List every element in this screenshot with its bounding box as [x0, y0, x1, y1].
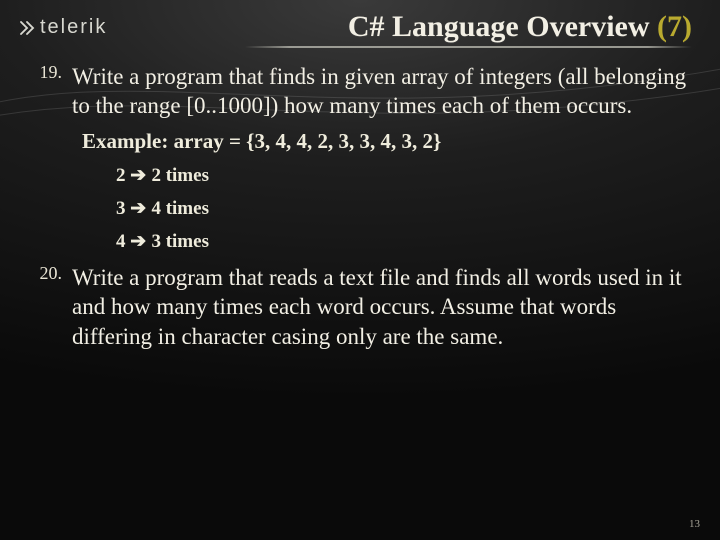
- list-item: 19. Write a program that finds in given …: [30, 62, 692, 121]
- example-result-line: 4 ➔ 3 times: [116, 230, 692, 253]
- item-number: 19.: [30, 62, 72, 121]
- item-number: 20.: [30, 263, 72, 351]
- result-right: 3 times: [151, 231, 209, 252]
- result-left: 2: [116, 165, 126, 186]
- arrow-icon: ➔: [130, 198, 151, 219]
- telerik-logo: telerik: [18, 10, 107, 39]
- title-accent: (7): [657, 10, 692, 43]
- slide-content: 19. Write a program that finds in given …: [0, 48, 720, 351]
- result-right: 4 times: [151, 198, 209, 219]
- list-item: 20. Write a program that reads a text fi…: [30, 263, 692, 351]
- arrow-icon: ➔: [130, 231, 151, 252]
- slide-title: C# Language Overview (7): [107, 10, 692, 44]
- result-right: 2 times: [151, 165, 209, 186]
- telerik-logo-icon: [18, 19, 36, 37]
- slide-header: telerik C# Language Overview (7): [0, 0, 720, 48]
- telerik-logo-text: telerik: [40, 16, 107, 39]
- result-left: 4: [116, 231, 126, 252]
- arrow-icon: ➔: [130, 165, 151, 186]
- page-number: 13: [689, 518, 700, 530]
- item-text: Write a program that finds in given arra…: [72, 62, 692, 121]
- example-label: Example: array = {3, 4, 4, 2, 3, 3, 4, 3…: [82, 129, 692, 154]
- title-main: C# Language Overview: [348, 10, 657, 43]
- result-left: 3: [116, 198, 126, 219]
- example-result-line: 3 ➔ 4 times: [116, 197, 692, 220]
- item-text: Write a program that reads a text file a…: [72, 263, 692, 351]
- example-result-line: 2 ➔ 2 times: [116, 164, 692, 187]
